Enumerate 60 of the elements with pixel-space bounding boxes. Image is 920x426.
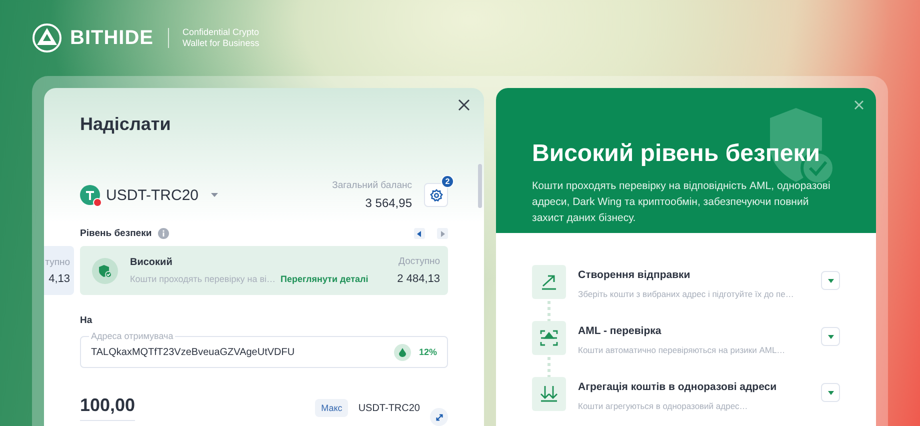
close-button[interactable] (456, 97, 472, 113)
shield-check-icon (92, 258, 118, 284)
caret-icon (828, 278, 834, 282)
arrow-up-right-icon (540, 273, 558, 291)
caret-icon (828, 390, 834, 394)
available-label: Доступно (398, 256, 440, 267)
amount-value[interactable]: 100,00 (80, 395, 136, 421)
level-name: Високий (130, 257, 174, 268)
step-title: AML - перевірка (578, 325, 662, 337)
security-level-card[interactable]: тупно 4,13 (44, 246, 74, 295)
panel-title: Надіслати (80, 114, 172, 135)
swap-arrows-icon (434, 412, 444, 422)
amount-currency: USDT-TRC20 (358, 402, 420, 414)
hero-title: Високий рівень безпеки (532, 140, 822, 168)
step-title: Створення відправки (578, 269, 692, 281)
caret-icon[interactable] (210, 193, 218, 197)
balance-value: 3 564,95 (365, 196, 412, 210)
settings-button[interactable] (424, 183, 448, 207)
notification-badge: 2 (441, 175, 454, 188)
connector-line (546, 357, 552, 377)
left-triangle-icon (417, 230, 422, 236)
logo-icon (32, 23, 62, 53)
balance-label: Загальний баланс (332, 180, 412, 191)
step-title: Агрегація коштів в одноразові адреси (578, 381, 778, 393)
right-triangle-icon (440, 230, 445, 236)
drop-icon (394, 344, 411, 360)
brand-name: BITHIDE (70, 26, 154, 50)
brand-tagline: Wallet for Business (182, 38, 260, 49)
scan-icon (540, 329, 558, 347)
step-description: Кошти автоматично перевіряються на ризики AML… (578, 345, 786, 355)
hero-description: Кошти проходять перевірку на відповідність AML, одноразові адреси, Dark Wing та криптообмін, забезпечуючи повний захист даних бізнесу. (532, 179, 832, 226)
available-value: 4,13 (48, 272, 70, 284)
close-icon[interactable] (854, 100, 864, 110)
level-description: Кошти проходять перевірку на ві… (130, 274, 276, 284)
address-value: TALQkaxMQTfT23VzeBveuaGZVAgeUtVDFU (91, 346, 295, 358)
gear-icon (430, 188, 442, 202)
expand-button[interactable] (821, 383, 840, 402)
brand-tagline: Confidential Crypto (182, 27, 260, 38)
security-label: Рівень безпеки (80, 228, 152, 239)
arrows-down-icon (540, 385, 558, 403)
connector-line (546, 301, 552, 321)
max-button[interactable]: Макс (315, 399, 348, 417)
swap-button[interactable] (430, 408, 448, 426)
currency-select[interactable]: USDT-TRC20 (106, 186, 199, 204)
available-value: 2 484,13 (397, 273, 440, 285)
caret-icon (828, 334, 834, 338)
next-button[interactable] (437, 228, 448, 239)
step-description: Кошти агрегуються в одноразовий адрес… (578, 401, 749, 411)
expand-button[interactable] (821, 327, 840, 346)
coin-icon (80, 185, 100, 205)
expand-button[interactable] (821, 271, 840, 290)
step-description: Зберіть кошти з вибраних адрес і підготуйте їх до пе… (578, 289, 795, 299)
scrollbar[interactable] (478, 164, 482, 208)
security-level-card[interactable]: Високий Кошти проходять перевірку на ві… Переглянути деталі Доступно 2 484,13 (80, 246, 448, 295)
previous-button[interactable] (414, 228, 425, 239)
risk-score: 12% (418, 347, 437, 357)
available-label: тупно (45, 256, 70, 268)
info-icon[interactable] (158, 228, 169, 239)
field-label: Адреса отримувача (89, 331, 176, 341)
recipient-label: На (80, 315, 94, 326)
